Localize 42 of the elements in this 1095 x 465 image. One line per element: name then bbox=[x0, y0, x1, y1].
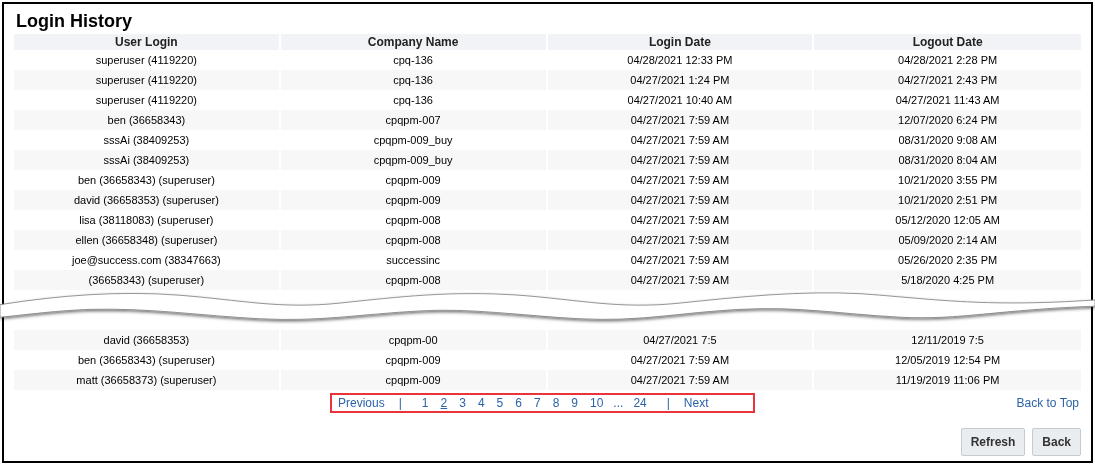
table-cell-text: 5/18/2020 4:25 PM bbox=[900, 272, 996, 288]
table-cell: cpqpm-009 bbox=[280, 370, 548, 390]
separator: | bbox=[398, 395, 402, 412]
table-cell-text: 04/27/2021 11:43 AM bbox=[894, 92, 1001, 108]
page-link[interactable]: 5 bbox=[495, 394, 505, 412]
table-cell: cpqpm-008 bbox=[280, 270, 548, 290]
previous-link[interactable]: Previous bbox=[338, 394, 385, 412]
table-cell: matt (36658373) (superuser) bbox=[14, 370, 281, 390]
page-link[interactable]: 3 bbox=[458, 394, 467, 412]
page-link[interactable]: 7 bbox=[532, 394, 542, 412]
table-cell-text: 05/26/2020 2:35 PM bbox=[897, 252, 999, 268]
table-cell-text: 04/27/2021 2:43 PM bbox=[897, 72, 999, 88]
page-link[interactable]: 2 bbox=[439, 394, 449, 412]
page-link[interactable]: 9 bbox=[570, 394, 579, 412]
table-cell-text: 10/21/2020 2:51 PM bbox=[897, 192, 999, 208]
page-link[interactable]: 4 bbox=[476, 394, 486, 412]
column-header: Logout Date bbox=[911, 34, 984, 50]
table-cell-text: 08/31/2020 9:08 AM bbox=[897, 132, 998, 148]
page-title: Login History bbox=[15, 10, 133, 33]
page-link[interactable]: 6 bbox=[514, 394, 523, 412]
table-cell: (36658343) (superuser) bbox=[14, 270, 281, 290]
table-cell-text: 04/28/2021 2:28 PM bbox=[897, 52, 999, 68]
ellipsis: ... bbox=[613, 395, 624, 412]
table-cell-text: 10/21/2020 3:55 PM bbox=[897, 172, 999, 188]
table-cell-text: 05/12/2020 12:05 AM bbox=[894, 212, 1001, 228]
table-cell-text: 08/31/2020 8:04 AM bbox=[897, 152, 998, 168]
action-button[interactable]: Refresh bbox=[960, 428, 1026, 456]
action-button[interactable]: Back bbox=[1032, 428, 1081, 456]
table-cell-text: 12/11/2019 7:5 bbox=[910, 332, 985, 348]
next-link[interactable]: Next bbox=[683, 394, 709, 412]
page-link[interactable]: 24 bbox=[633, 394, 647, 412]
table-cell-text: 12/05/2019 12:54 PM bbox=[894, 352, 1002, 368]
table-cell-text: 05/09/2020 2:14 AM bbox=[897, 232, 998, 248]
page-link[interactable]: 1 bbox=[420, 394, 430, 412]
page-link[interactable]: 8 bbox=[551, 394, 561, 412]
page-link[interactable]: 10 bbox=[589, 394, 605, 412]
table-cell-text: 12/07/2020 6:24 PM bbox=[897, 112, 999, 128]
table-cell: 04/27/2021 7:59 AM bbox=[547, 370, 815, 390]
back-to-top-link[interactable]: Back to Top bbox=[1016, 394, 1079, 412]
table-cell: 04/27/2021 7:59 AM bbox=[547, 270, 815, 290]
separator: | bbox=[666, 395, 670, 412]
table-cell-text: 11/19/2019 11:06 PM bbox=[894, 372, 1001, 388]
